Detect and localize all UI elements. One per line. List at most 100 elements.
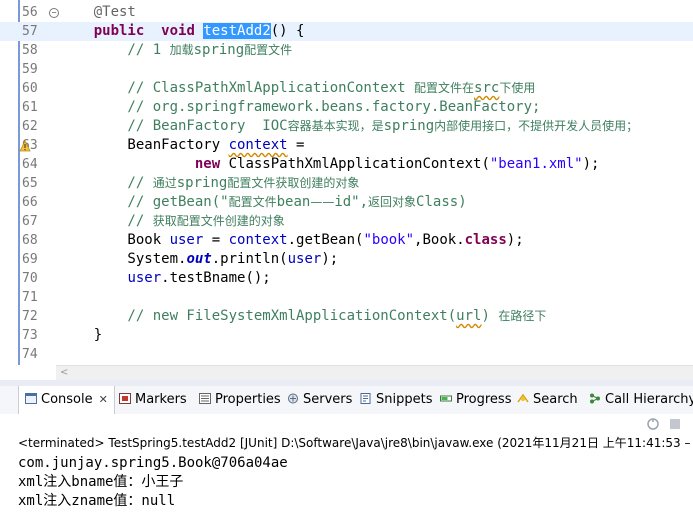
code-line[interactable]: 72 // new FileSystemXmlApplicationContex…	[0, 307, 693, 326]
horizontal-scrollbar[interactable]: <	[56, 365, 693, 380]
code-token: //	[60, 175, 153, 191]
line-number: 56	[22, 5, 38, 20]
code-token: context	[228, 137, 288, 153]
tab-label: Markers	[135, 392, 187, 407]
tab-console[interactable]: Console ✕	[18, 386, 115, 414]
code-token: )	[481, 308, 499, 324]
code-text[interactable]: // org.springframework.beans.factory.Bea…	[60, 98, 540, 117]
tab-properties[interactable]: Properties	[197, 386, 283, 414]
code-token: spring	[176, 175, 228, 191]
code-token: url	[456, 308, 482, 324]
call-hierarchy-icon	[589, 392, 605, 407]
code-text[interactable]: }	[60, 326, 102, 345]
code-token: System.	[60, 251, 187, 267]
code-token: bean	[276, 194, 311, 210]
tab-call-hierarchy[interactable]: Call Hierarchy	[587, 386, 693, 414]
code-token: }	[60, 327, 103, 343]
line-number: 60	[22, 81, 38, 96]
code-line[interactable]: 57 public void testAdd2() {	[0, 22, 693, 41]
code-line[interactable]: 71	[0, 288, 693, 307]
code-text[interactable]: @Test	[60, 3, 136, 22]
code-editor[interactable]: 56 − @Test 57 public void testAdd2() {58 /…	[0, 0, 693, 365]
progress-icon	[440, 392, 456, 407]
code-line[interactable]: 59	[0, 60, 693, 79]
code-line[interactable]: 56 − @Test	[0, 3, 693, 22]
code-token: // ClassPathXmlApplicationContext	[60, 80, 415, 96]
code-token: Class)	[416, 194, 467, 210]
code-line[interactable]: 68 Book user = context.getBean("book",Bo…	[0, 231, 693, 250]
code-line[interactable]: 70 user.testBname();	[0, 269, 693, 288]
code-token: );	[582, 156, 600, 172]
code-text[interactable]: // BeanFactory IOC容器基本实现，是spring内部使用接口，不…	[60, 117, 638, 136]
search-icon	[517, 392, 533, 407]
console-line: com.junjay.spring5.Book@706a04ae	[18, 455, 288, 471]
code-token: 获取配置文件创建的对象	[152, 214, 285, 228]
code-token: // BeanFactory IOC	[60, 118, 288, 134]
code-line[interactable]: 64 new ClassPathXmlApplicationContext("b…	[0, 155, 693, 174]
code-token: public	[60, 23, 145, 39]
code-token: // org.springframework.beans.factory.Bea…	[60, 99, 541, 115]
code-text[interactable]: // new FileSystemXmlApplicationContext(u…	[60, 307, 546, 326]
code-line[interactable]: 66 // getBean("配置文件bean——id",返回对象Class)	[0, 193, 693, 212]
console-toolbar	[0, 414, 693, 434]
code-token: 容器基本实现，是	[287, 119, 384, 133]
console-icon	[25, 392, 41, 407]
code-token: // getBean("	[60, 194, 229, 210]
code-token: user	[287, 251, 322, 267]
code-token: //	[60, 213, 153, 229]
code-line[interactable]: 74	[0, 345, 693, 364]
tab-label: Properties	[215, 392, 281, 407]
code-text[interactable]: // ClassPathXmlApplicationContext 配置文件在s…	[60, 79, 535, 98]
code-text[interactable]: System.out.println(user);	[60, 250, 338, 269]
code-line[interactable]: 69 System.out.println(user);	[0, 250, 693, 269]
terminate-icon[interactable]	[667, 416, 683, 432]
code-text[interactable]: public void testAdd2() {	[60, 22, 304, 41]
code-text[interactable]: // getBean("配置文件bean——id",返回对象Class)	[60, 193, 467, 212]
code-token: // 1	[60, 42, 170, 58]
line-number: 71	[22, 290, 38, 305]
tab-snippets[interactable]: Snippets	[358, 386, 434, 414]
tab-search[interactable]: Search	[515, 386, 580, 414]
close-icon[interactable]: ✕	[99, 393, 108, 406]
line-number: 69	[22, 252, 38, 267]
scroll-left-arrow[interactable]: <	[60, 366, 68, 380]
code-text[interactable]: Book user = context.getBean("book",Book.…	[60, 231, 523, 250]
tab-label: Servers	[303, 392, 353, 407]
console-output[interactable]: com.junjay.spring5.Book@706a04ae xml注入bna…	[0, 452, 693, 527]
code-token: spring	[193, 42, 245, 58]
code-token: out	[186, 251, 212, 267]
line-number: 73	[22, 328, 38, 343]
code-text[interactable]: // 通过spring配置文件获取创建的对象	[60, 174, 359, 193]
code-token: 内部使用接口，不提供开发人员使用；	[434, 119, 639, 133]
code-line[interactable]: 63 BeanFactory context =	[0, 136, 693, 155]
code-token: spring	[383, 118, 435, 134]
code-line[interactable]: 60 // ClassPathXmlApplicationContext 配置文…	[0, 79, 693, 98]
fold-toggle-icon[interactable]: −	[49, 8, 59, 18]
code-line[interactable]: 67 // 获取配置文件创建的对象	[0, 212, 693, 231]
tab-markers[interactable]: Markers	[117, 386, 189, 414]
pin-console-icon[interactable]	[645, 416, 661, 432]
code-token: =	[287, 137, 305, 153]
code-line[interactable]: 62 // BeanFactory IOC容器基本实现，是spring内部使用接…	[0, 117, 693, 136]
code-line[interactable]: 58 // 1 加载spring配置文件	[0, 41, 693, 60]
tab-servers[interactable]: Servers	[285, 386, 354, 414]
code-token: 在路径下	[498, 309, 547, 323]
view-tabs: Console ✕ Markers Properties Servers Snippets…	[0, 386, 693, 415]
code-text[interactable]: // 获取配置文件创建的对象	[60, 212, 285, 231]
line-number: 70	[22, 271, 38, 286]
code-token: Book	[60, 232, 170, 248]
code-token: .getBean(	[287, 232, 364, 248]
code-line[interactable]: 73 }	[0, 326, 693, 345]
code-token: new	[194, 156, 221, 172]
code-line[interactable]: 61 // org.springframework.beans.factory.…	[0, 98, 693, 117]
code-text[interactable]: user.testBname();	[60, 269, 270, 288]
code-text[interactable]: new ClassPathXmlApplicationContext("bean…	[60, 155, 600, 174]
console-line: xml注入bname值：小王子	[18, 474, 184, 490]
snippets-icon	[360, 392, 376, 407]
tab-progress[interactable]: Progress	[438, 386, 513, 414]
code-text[interactable]: BeanFactory context =	[60, 136, 304, 155]
code-text[interactable]: // 1 加载spring配置文件	[60, 41, 292, 60]
warning-icon[interactable]	[18, 138, 32, 152]
code-line[interactable]: 65 // 通过spring配置文件获取创建的对象	[0, 174, 693, 193]
code-token: testAdd2	[203, 23, 271, 39]
